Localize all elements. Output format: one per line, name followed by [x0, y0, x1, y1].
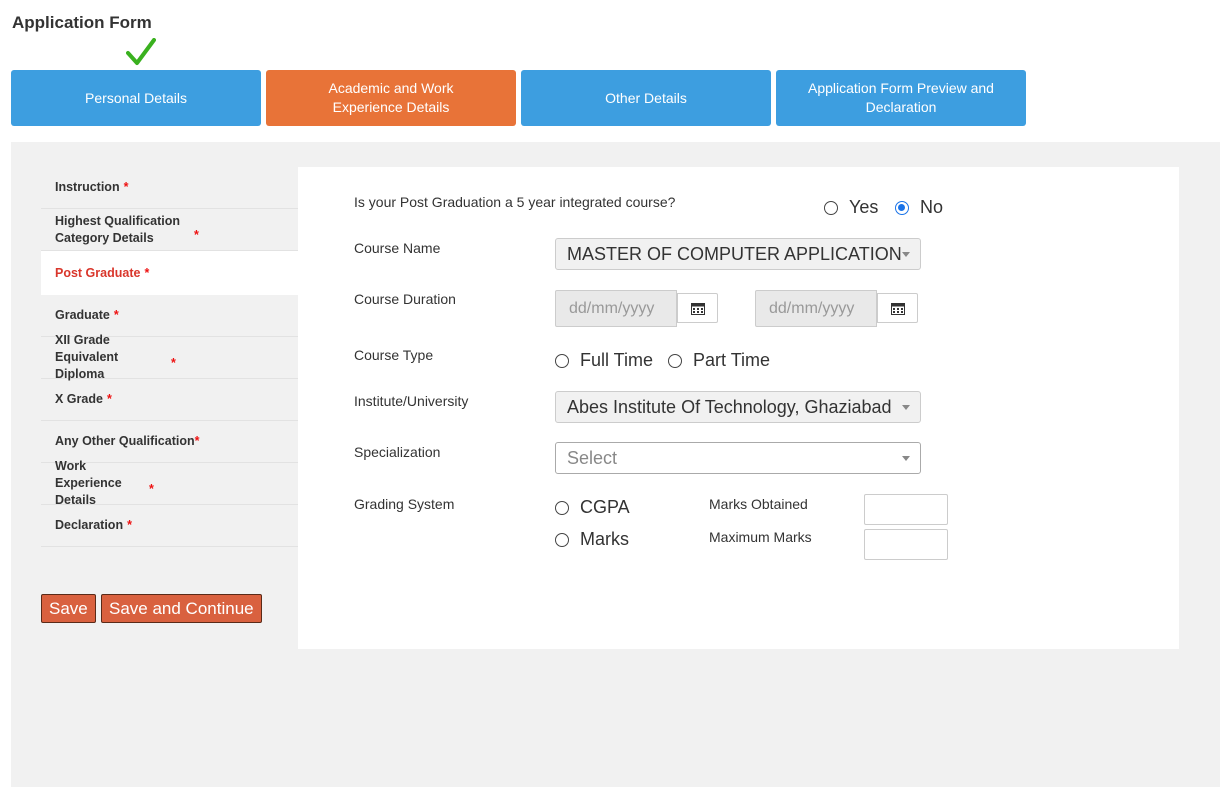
- save-button[interactable]: Save: [41, 594, 96, 623]
- required-asterisk: *: [113, 308, 119, 322]
- required-asterisk: *: [171, 356, 176, 370]
- sidebar-item-highest-qualification[interactable]: Highest Qualification Category Details *: [41, 209, 298, 251]
- cgpa-radio[interactable]: CGPA: [555, 497, 630, 518]
- step-personal-details[interactable]: Personal Details: [11, 70, 261, 126]
- marks-obtained-input[interactable]: [864, 494, 948, 525]
- part-time-radio[interactable]: Part Time: [668, 350, 770, 371]
- required-asterisk: *: [194, 228, 199, 242]
- sidebar-nav: Instruction * Highest Qualification Categ…: [41, 167, 298, 547]
- required-asterisk: *: [194, 434, 200, 448]
- start-date-input[interactable]: dd/mm/yyyy: [555, 290, 677, 327]
- institute-select[interactable]: Abes Institute Of Technology, Ghaziabad: [555, 391, 921, 423]
- marks-obtained-label: Marks Obtained: [709, 496, 808, 512]
- course-name-select[interactable]: MASTER OF COMPUTER APPLICATION: [555, 238, 921, 270]
- integrated-course-label: Is your Post Graduation a 5 year integra…: [354, 194, 676, 210]
- step-other-details[interactable]: Other Details: [521, 70, 771, 126]
- full-time-radio[interactable]: Full Time: [555, 350, 653, 371]
- required-asterisk: *: [123, 180, 129, 194]
- course-duration-label: Course Duration: [354, 291, 456, 307]
- calendar-icon[interactable]: [677, 293, 718, 323]
- sidebar-item-xii-grade[interactable]: XII Grade Equivalent Diploma *: [41, 333, 298, 381]
- specialization-select[interactable]: Select: [555, 442, 921, 474]
- integrated-yes-radio[interactable]: Yes: [824, 197, 878, 218]
- integrated-no-radio[interactable]: No: [895, 197, 943, 218]
- sidebar-item-other-qualification[interactable]: Any Other Qualification *: [41, 421, 298, 463]
- caret-down-icon: [902, 405, 910, 410]
- course-end-date: dd/mm/yyyy: [755, 290, 918, 327]
- required-asterisk: *: [144, 265, 150, 280]
- radio-circle: [555, 500, 569, 515]
- marks-radio[interactable]: Marks: [555, 529, 629, 550]
- calendar-icon[interactable]: [877, 293, 918, 323]
- sidebar-item-work-experience[interactable]: Work Experience Details *: [41, 459, 298, 507]
- sidebar-item-graduate[interactable]: Graduate *: [41, 295, 298, 337]
- sidebar-item-declaration[interactable]: Declaration *: [41, 505, 298, 547]
- step-preview-declaration[interactable]: Application Form Preview and Declaration: [776, 70, 1026, 126]
- specialization-label: Specialization: [354, 444, 441, 460]
- sidebar-item-instruction[interactable]: Instruction *: [41, 167, 298, 209]
- course-name-label: Course Name: [354, 240, 441, 256]
- radio-circle: [555, 532, 569, 547]
- save-and-continue-button[interactable]: Save and Continue: [101, 594, 262, 623]
- required-asterisk: *: [127, 518, 132, 532]
- radio-circle: [555, 353, 569, 368]
- radio-circle-checked: [895, 200, 909, 215]
- checkmark-icon: [126, 38, 156, 65]
- maximum-marks-input[interactable]: [864, 529, 948, 560]
- maximum-marks-label: Maximum Marks: [709, 529, 812, 545]
- required-asterisk: *: [106, 392, 112, 406]
- required-asterisk: *: [149, 482, 154, 496]
- course-type-label: Course Type: [354, 347, 434, 363]
- grading-system-label: Grading System: [354, 496, 455, 512]
- step-tabs: Personal Details Academic and Work Exper…: [11, 70, 1026, 126]
- course-start-date: dd/mm/yyyy: [555, 290, 718, 327]
- radio-circle: [668, 353, 682, 368]
- sidebar-item-post-graduate[interactable]: Post Graduate *: [41, 251, 298, 295]
- caret-down-icon: [902, 456, 910, 461]
- institute-label: Institute/University: [354, 393, 469, 409]
- sidebar-item-x-grade[interactable]: X Grade *: [41, 379, 298, 421]
- step-academic-work[interactable]: Academic and Work Experience Details: [266, 70, 516, 126]
- page-title: Application Form: [12, 13, 152, 32]
- end-date-input[interactable]: dd/mm/yyyy: [755, 290, 877, 327]
- caret-down-icon: [902, 252, 910, 257]
- radio-circle: [824, 200, 838, 215]
